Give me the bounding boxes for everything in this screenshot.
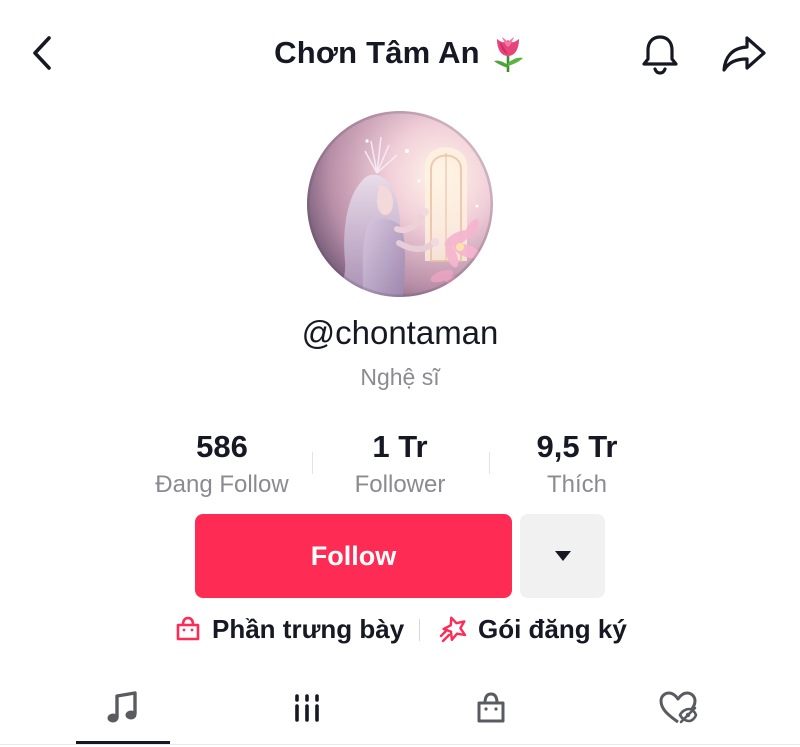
follow-button[interactable]: Follow <box>195 514 512 598</box>
link-divider <box>419 619 420 641</box>
showcase-link[interactable]: Phần trưng bày <box>174 608 404 650</box>
likes-count: 9,5 Tr <box>536 429 618 464</box>
grid-bars-icon <box>295 694 319 722</box>
share-button[interactable] <box>716 28 772 80</box>
music-note-icon <box>107 691 137 723</box>
profile-role: Nghệ sĩ <box>360 364 440 390</box>
subscription-link[interactable]: Gói đăng ký <box>438 608 627 650</box>
more-options-button[interactable] <box>520 514 605 598</box>
liked-hidden-heart-icon <box>659 691 698 724</box>
tab-liked-hidden[interactable] <box>628 680 728 736</box>
likes-label: Thích <box>546 471 608 498</box>
share-arrow-icon <box>722 36 766 72</box>
subscription-star-icon <box>439 616 467 643</box>
notifications-button[interactable] <box>634 28 686 80</box>
stat-following[interactable]: 586 Đang Follow <box>132 428 312 502</box>
avatar-image <box>307 111 493 297</box>
tab-music[interactable] <box>73 680 173 736</box>
avatar[interactable] <box>307 111 493 297</box>
caret-down-icon <box>554 551 571 561</box>
subscription-label: Gói đăng ký <box>478 613 627 644</box>
following-label: Đang Follow <box>155 471 289 498</box>
followers-label: Follower <box>354 471 446 498</box>
tab-videos-grid[interactable] <box>257 680 357 736</box>
tulip-emoji-icon <box>493 37 523 72</box>
stat-followers[interactable]: 1 Tr Follower <box>310 428 490 502</box>
username: @chontaman <box>301 314 499 351</box>
following-count: 586 <box>196 429 248 464</box>
showcase-label: Phần trưng bày <box>212 613 405 644</box>
tab-shop[interactable] <box>441 680 541 736</box>
shopping-bag-icon <box>477 692 505 723</box>
profile-name: Chơn Tâm An <box>274 35 480 70</box>
followers-count: 1 Tr <box>372 429 428 464</box>
bell-icon <box>642 35 678 75</box>
stat-likes[interactable]: 9,5 Tr Thích <box>487 428 667 502</box>
shopping-bag-icon <box>176 616 200 641</box>
tabs-divider <box>0 744 800 745</box>
